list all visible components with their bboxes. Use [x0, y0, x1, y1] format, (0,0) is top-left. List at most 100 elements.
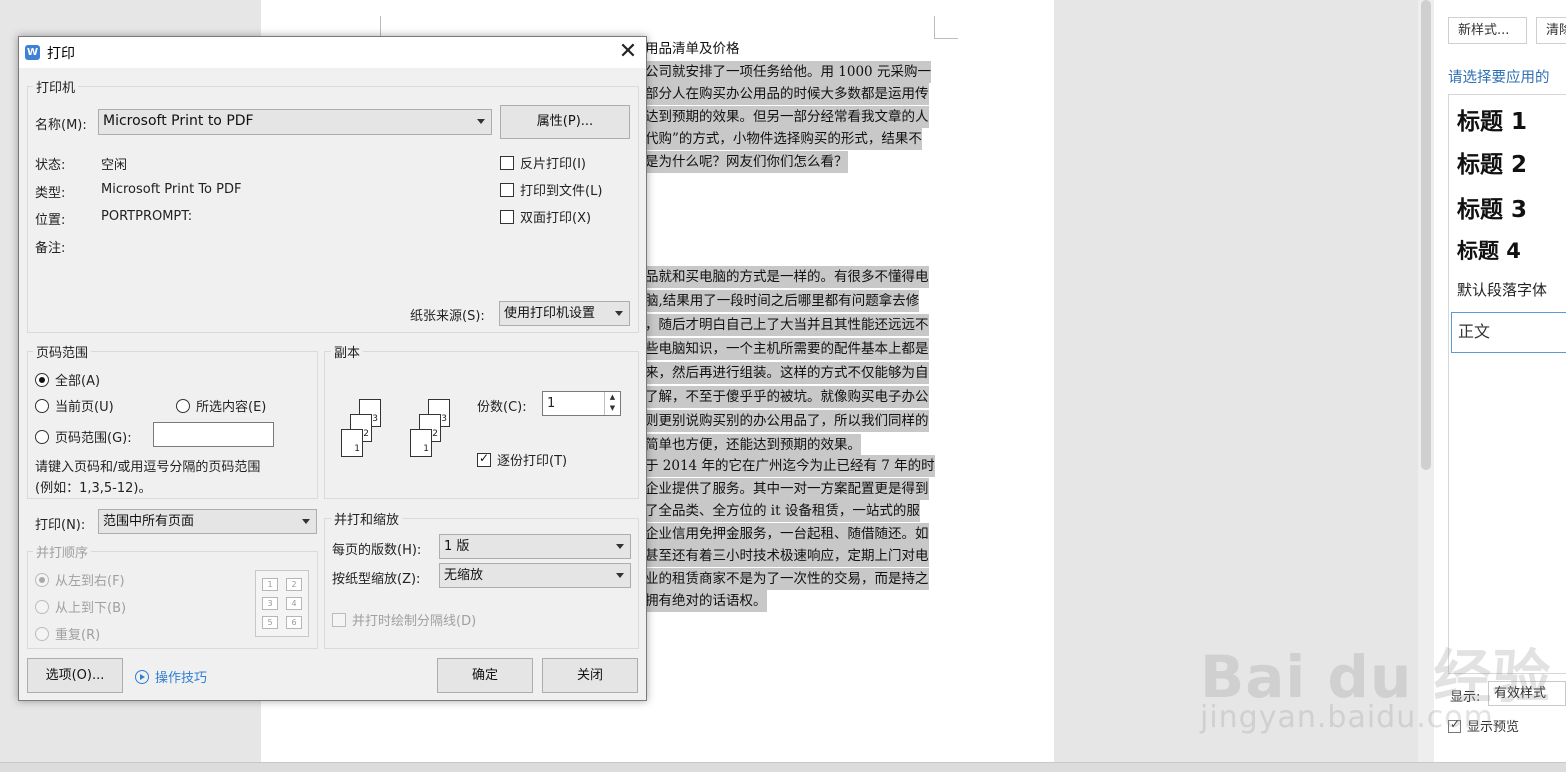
ok-button[interactable]: 确定 — [437, 658, 533, 693]
status-bar — [0, 762, 1566, 772]
page-corner-mark — [380, 16, 381, 38]
radio-icon — [35, 600, 49, 614]
paper-source-label: 纸张来源(S): — [410, 309, 485, 324]
order-cell: 3 — [262, 597, 278, 610]
document-line: 于 2014 年的它在广州迄今为止已经有 7 年的时 — [645, 455, 935, 477]
printer-name-value: Microsoft Print to PDF — [103, 113, 254, 129]
order-top-bottom-radio[interactable]: 从上到下(B) — [35, 597, 126, 616]
range-pages-radio[interactable]: 页码范围(G): — [35, 427, 132, 446]
page-range-input[interactable] — [153, 422, 274, 447]
radio-icon — [35, 399, 49, 413]
properties-button[interactable]: 属性(P)... — [500, 105, 630, 139]
print-what-select[interactable]: 范围中所有页面 — [98, 509, 317, 534]
order-cell: 2 — [286, 578, 302, 591]
spin-up-icon[interactable]: ▲ — [605, 392, 620, 403]
style-default-font[interactable]: 默认段落字体 — [1457, 279, 1547, 300]
checkbox-icon — [500, 156, 514, 170]
spin-down-icon[interactable]: ▼ — [605, 403, 620, 414]
collate-checkbox[interactable]: 逐份打印(T) — [477, 450, 567, 469]
printer-name-select[interactable]: Microsoft Print to PDF — [98, 109, 492, 135]
baidu-watermark-url: jingyan.baidu.com — [1200, 700, 1494, 735]
document-line: 用品清单及价格 — [645, 41, 740, 57]
type-label: 类型: — [35, 186, 66, 201]
document-line: 来，然后再进行组装。这样的方式不仅能够为自 — [645, 362, 929, 384]
order-left-right-radio[interactable]: 从左到右(F) — [35, 570, 125, 589]
radio-icon — [35, 627, 49, 641]
style-heading-3[interactable]: 标题 3 — [1457, 190, 1527, 224]
styles-list — [1448, 94, 1566, 674]
status-label: 状态: — [35, 158, 66, 173]
style-heading-1[interactable]: 标题 1 — [1457, 102, 1527, 136]
options-button[interactable]: 选项(O)... — [27, 658, 123, 693]
document-line: 品就和买电脑的方式是一样的。有很多不懂得电 — [645, 266, 929, 288]
checkbox-icon — [332, 613, 346, 627]
page-range-example: (例如：1,3,5-12)。 — [35, 481, 152, 496]
document-line: 简单也方便，还能达到预期的效果。 — [645, 434, 861, 456]
collate-label: 逐份打印(T) — [497, 454, 568, 469]
chevron-down-icon — [477, 119, 485, 124]
reverse-print-label: 反片打印(I) — [520, 157, 586, 172]
document-line: 公司就安排了一项任务给他。用 1000 元采购一 — [645, 60, 931, 83]
print-to-file-label: 打印到文件(L) — [520, 184, 603, 199]
print-what-label: 打印(N): — [35, 518, 86, 533]
document-line: 企业提供了服务。其中一对一方案配置更是得到 — [645, 477, 929, 500]
order-top-bottom-label: 从上到下(B) — [55, 601, 127, 616]
clear-format-button[interactable]: 清除 — [1536, 17, 1566, 44]
status-value: 空闲 — [101, 158, 128, 173]
document-line: 则更别说购买别的办公用品了，所以我们同样的 — [645, 410, 929, 432]
page-corner-mark — [934, 16, 935, 38]
page-range-hint: 请键入页码和/或用逗号分隔的页码范围 — [35, 460, 261, 475]
print-dialog: W 打印 ✕ 打印机 名称(M): Microsoft Print to PDF… — [18, 36, 647, 701]
order-cell: 6 — [286, 616, 302, 629]
document-line: 脑,结果用了一段时间之后哪里都有问题拿去修 — [645, 290, 920, 312]
order-left-right-label: 从左到右(F) — [55, 574, 125, 589]
paper-source-value: 使用打印机设置 — [504, 306, 596, 321]
radio-icon — [176, 399, 190, 413]
page-range-group-label: 页码范围 — [33, 342, 92, 361]
close-button[interactable]: 关闭 — [542, 658, 638, 693]
range-all-label: 全部(A) — [55, 374, 101, 389]
style-heading-2[interactable]: 标题 2 — [1457, 145, 1527, 179]
location-label: 位置: — [35, 213, 66, 228]
range-current-radio[interactable]: 当前页(U) — [35, 396, 114, 415]
checkbox-icon — [500, 210, 514, 224]
pages-per-sheet-select[interactable]: 1 版 — [439, 534, 631, 559]
style-heading-4[interactable]: 标题 4 — [1457, 235, 1521, 265]
style-body-text[interactable]: 正文 — [1451, 312, 1566, 353]
copies-spinner[interactable]: ▲ ▼ — [604, 392, 620, 415]
document-line: 部分人在购买办公用品的时候大多数都是运用传 — [645, 83, 929, 105]
radio-icon — [35, 430, 49, 444]
print-to-file-checkbox[interactable]: 打印到文件(L) — [500, 180, 602, 199]
order-repeat-radio[interactable]: 重复(R) — [35, 624, 100, 643]
range-all-radio[interactable]: 全部(A) — [35, 370, 100, 389]
range-selection-label: 所选内容(E) — [196, 400, 267, 415]
dialog-titlebar[interactable]: W 打印 ✕ — [19, 37, 646, 68]
duplex-print-checkbox[interactable]: 双面打印(X) — [500, 207, 591, 226]
copies-count-input[interactable]: 1 ▲ ▼ — [542, 391, 621, 416]
document-line: 是为什么呢？网友们你们怎么看？ — [645, 150, 848, 173]
page-icon: 1 — [410, 429, 432, 457]
reverse-print-checkbox[interactable]: 反片打印(I) — [500, 153, 586, 172]
range-selection-radio[interactable]: 所选内容(E) — [176, 396, 266, 415]
new-style-button[interactable]: 新样式... — [1448, 17, 1527, 44]
close-icon[interactable]: ✕ — [615, 39, 641, 65]
chevron-down-icon — [615, 311, 623, 316]
chevron-down-icon — [302, 519, 310, 524]
order-cell: 4 — [286, 597, 302, 610]
scrollbar-thumb[interactable] — [1421, 0, 1431, 470]
document-line: 达到预期的效果。但另一部分经常看我文章的人 — [645, 105, 929, 128]
wps-app-icon: W — [25, 45, 40, 60]
copies-count-label: 份数(C): — [477, 400, 527, 415]
document-line: 了解，不至于傻乎乎的被坑。就像购买电子办公 — [645, 386, 929, 408]
scale-to-paper-select[interactable]: 无缩放 — [439, 563, 631, 588]
play-circle-icon — [135, 670, 149, 684]
document-line: 业的租赁商家不是为了一次性的交易，而是持之 — [645, 567, 929, 590]
draw-borders-checkbox[interactable]: 并打时绘制分隔线(D) — [332, 610, 476, 629]
paper-source-select[interactable]: 使用打印机设置 — [499, 301, 630, 326]
document-line: 甚至还有着三小时技术极速响应，定期上门对电 — [645, 545, 929, 567]
chevron-down-icon — [616, 573, 624, 578]
order-preview-icon: 1 2 3 4 5 6 — [255, 570, 309, 637]
document-line: 了全品类、全方位的 it 设备租赁，一站式的服 — [645, 500, 920, 522]
select-style-label: 请选择要应用的 — [1448, 70, 1550, 86]
tips-link[interactable]: 操作技巧 — [135, 667, 207, 686]
